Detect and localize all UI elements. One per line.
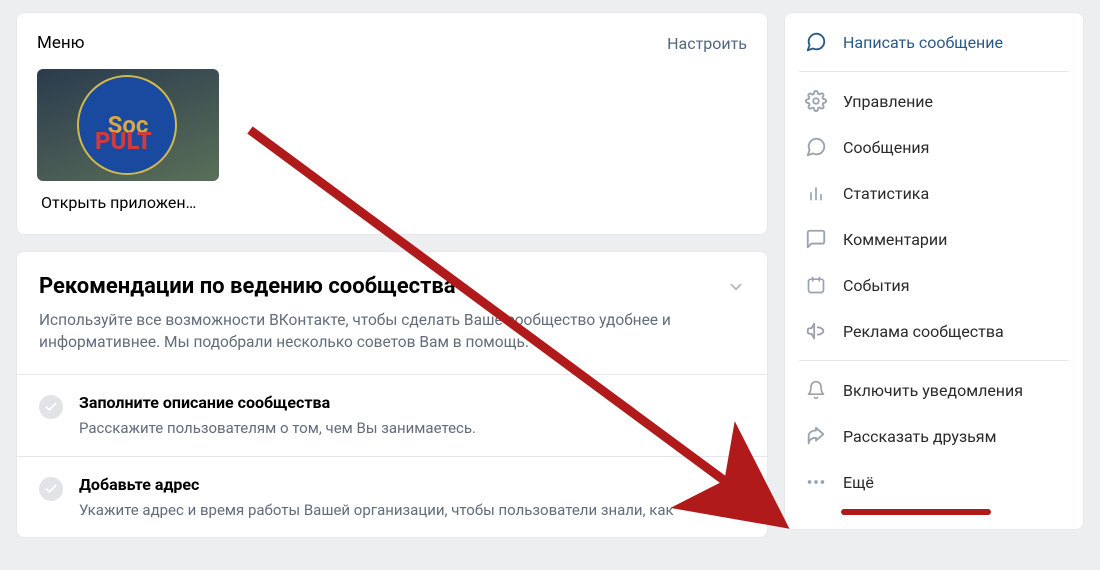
check-icon xyxy=(39,395,63,419)
message-icon xyxy=(805,136,827,158)
sidebar-item-label: Рассказать друзьям xyxy=(843,427,996,446)
sidebar-item-comments[interactable]: Комментарии xyxy=(785,216,1083,262)
sidebar-item-events[interactable]: События xyxy=(785,262,1083,308)
more-icon xyxy=(805,471,827,493)
share-icon xyxy=(805,425,827,447)
recommendation-item-sub: Расскажите пользователям о том, чем Вы з… xyxy=(79,418,476,440)
sidebar-item-label: Сообщения xyxy=(843,138,929,157)
sidebar-item-share[interactable]: Рассказать друзьям xyxy=(785,413,1083,459)
annotation-underline xyxy=(841,509,991,515)
megaphone-icon xyxy=(805,320,827,342)
recommendation-item-title: Заполните описание сообщества xyxy=(79,393,476,412)
sidebar-write-message[interactable]: Написать сообщение xyxy=(785,19,1083,65)
gear-icon xyxy=(805,90,827,112)
sidebar-item-label: Включить уведомления xyxy=(843,381,1023,400)
recommendation-item[interactable]: Добавьте адрес Укажите адрес и время раб… xyxy=(17,456,767,538)
sidebar-item-messages[interactable]: Сообщения xyxy=(785,124,1083,170)
app-open-label: Открыть приложен… xyxy=(37,193,219,212)
sidebar-item-stats[interactable]: Статистика xyxy=(785,170,1083,216)
sidebar-item-label: Написать сообщение xyxy=(843,33,1003,52)
sidebar-item-label: Реклама сообщества xyxy=(843,322,1004,341)
app-tile[interactable]: Soc PULT Открыть приложен… xyxy=(37,69,219,212)
sidebar-item-label: Комментарии xyxy=(843,230,947,249)
chevron-down-icon xyxy=(727,278,745,300)
check-icon xyxy=(39,477,63,501)
menu-configure-link[interactable]: Настроить xyxy=(667,34,747,53)
sidebar-item-label: События xyxy=(843,276,910,295)
sidebar-item-label: Ещё xyxy=(843,473,874,492)
stats-icon xyxy=(805,182,827,204)
message-outline-icon xyxy=(805,31,827,53)
recommendation-item-sub: Укажите адрес и время работы Вашей орган… xyxy=(79,500,674,522)
sidebar-card: Написать сообщение Управление Сообщения xyxy=(784,12,1084,530)
sidebar-item-more[interactable]: Ещё xyxy=(785,459,1083,505)
divider xyxy=(799,360,1069,361)
comment-icon xyxy=(805,228,827,250)
recommendation-item-title: Добавьте адрес xyxy=(79,475,674,494)
menu-card: Меню Настроить Soc PULT Открыть приложен… xyxy=(16,12,768,235)
calendar-icon xyxy=(805,274,827,296)
bell-icon xyxy=(805,379,827,401)
divider xyxy=(799,71,1069,72)
recommendations-card: Рекомендации по ведению сообщества Испол… xyxy=(16,251,768,538)
app-thumb-text-bottom: PULT xyxy=(95,127,152,155)
recommendation-item[interactable]: Заполните описание сообщества Расскажите… xyxy=(17,374,767,456)
recommendations-subtitle: Используйте все возможности ВКонтакте, ч… xyxy=(39,309,679,354)
sidebar-item-label: Статистика xyxy=(843,184,929,203)
sidebar-item-notifications[interactable]: Включить уведомления xyxy=(785,367,1083,413)
sidebar-item-manage[interactable]: Управление xyxy=(785,78,1083,124)
recommendations-title: Рекомендации по ведению сообщества xyxy=(39,274,745,299)
recommendations-header[interactable]: Рекомендации по ведению сообщества Испол… xyxy=(17,252,767,374)
app-thumbnail: Soc PULT xyxy=(37,69,219,181)
sidebar-item-ads[interactable]: Реклама сообщества xyxy=(785,308,1083,354)
sidebar-item-label: Управление xyxy=(843,92,933,111)
menu-title: Меню xyxy=(37,33,85,53)
